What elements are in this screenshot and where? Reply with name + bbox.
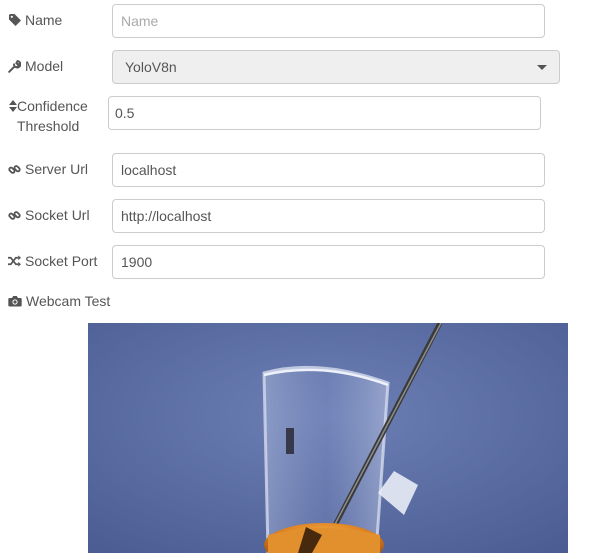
link-icon (8, 205, 21, 225)
model-label: Model (8, 56, 63, 76)
name-label: Name (8, 10, 62, 30)
name-label-text: Name (25, 12, 63, 28)
socket-url-label: Socket Url (8, 205, 90, 225)
camera-icon (8, 291, 22, 311)
sort-icon (8, 96, 17, 116)
webcam-preview (88, 323, 568, 553)
wrench-icon (8, 56, 21, 76)
chevron-down-icon (537, 64, 547, 70)
model-label-text: Model (25, 58, 64, 74)
name-input[interactable] (112, 4, 545, 38)
server-url-input[interactable] (112, 153, 545, 187)
socket-port-label: Socket Port (8, 251, 97, 271)
socket-url-input[interactable] (112, 199, 545, 233)
server-url-label-text: Server Url (25, 161, 89, 177)
model-select[interactable]: YoloV8n (112, 50, 560, 84)
webcam-test-label-text: Webcam Test (26, 293, 111, 309)
tag-icon (8, 10, 21, 30)
confidence-input[interactable] (108, 96, 541, 130)
confidence-label-text: Confidence Threshold (17, 98, 88, 134)
server-url-label: Server Url (8, 159, 88, 179)
socket-port-input[interactable] (112, 245, 545, 279)
random-icon (8, 251, 21, 271)
link-icon (8, 159, 21, 179)
socket-port-label-text: Socket Port (25, 253, 98, 269)
socket-url-label-text: Socket Url (25, 207, 90, 223)
webcam-test-label: Webcam Test (8, 291, 110, 311)
webcam-image (88, 323, 568, 553)
model-select-value: YoloV8n (125, 59, 177, 75)
confidence-label: Confidence Threshold (8, 96, 107, 136)
